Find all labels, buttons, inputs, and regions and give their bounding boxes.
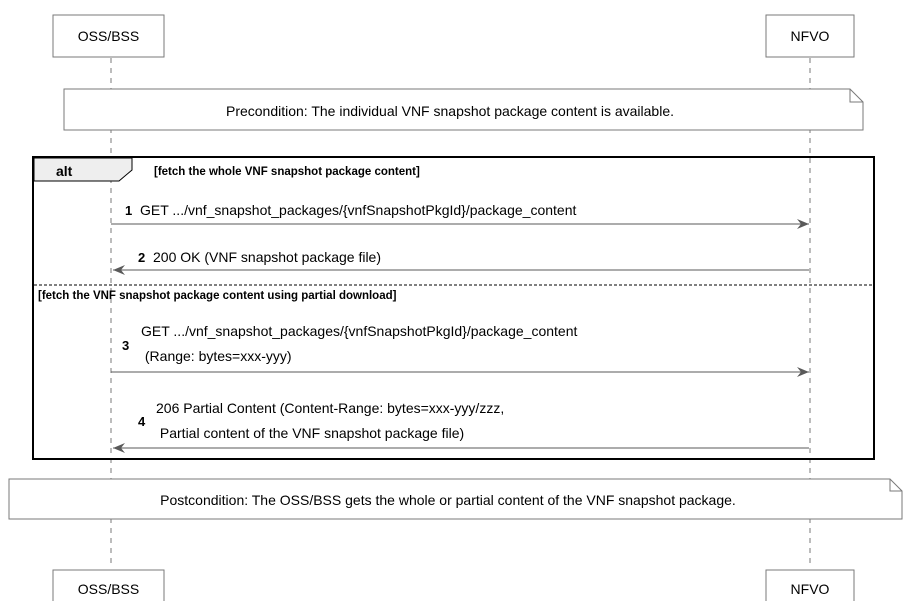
sequence-diagram: OSS/BSS NFVO Precondition: The individua… xyxy=(8,14,903,601)
alt-keyword: alt xyxy=(56,163,73,179)
alt-guard-whole: [fetch the whole VNF snapshot package co… xyxy=(154,166,420,178)
participant-oss-bss-label: OSS/BSS xyxy=(78,28,139,44)
postcondition-note: Postcondition: The OSS/BSS gets the whol… xyxy=(8,478,903,520)
message-4: 4 206 Partial Content (Content-Range: by… xyxy=(113,400,809,453)
message-2: 2 200 OK (VNF snapshot package file) xyxy=(113,249,809,275)
message-3-number: 3 xyxy=(122,338,129,353)
precondition-text: Precondition: The individual VNF snapsho… xyxy=(226,103,674,119)
precondition-note: Precondition: The individual VNF snapsho… xyxy=(63,88,864,131)
message-4-line1: 206 Partial Content (Content-Range: byte… xyxy=(156,400,504,416)
message-1-number: 1 xyxy=(125,203,132,218)
message-3-line1: GET .../vnf_snapshot_packages/{vnfSnapsh… xyxy=(141,323,577,339)
participant-nfvo-bottom: NFVO xyxy=(765,569,855,601)
participant-oss-bss-bottom-label: OSS/BSS xyxy=(78,581,139,597)
message-4-number: 4 xyxy=(138,414,146,429)
alt-guard-partial: [fetch the VNF snapshot package content … xyxy=(38,290,397,302)
participant-nfvo-label: NFVO xyxy=(791,28,830,44)
message-4-line2: Partial content of the VNF snapshot pack… xyxy=(156,425,464,441)
participant-nfvo-top: NFVO xyxy=(765,14,855,58)
postcondition-text: Postcondition: The OSS/BSS gets the whol… xyxy=(160,492,736,508)
participant-oss-bss-top: OSS/BSS xyxy=(52,14,165,58)
message-3: 3 GET .../vnf_snapshot_packages/{vnfSnap… xyxy=(111,323,809,377)
message-1: 1 GET .../vnf_snapshot_packages/{vnfSnap… xyxy=(111,202,809,229)
message-2-label: 200 OK (VNF snapshot package file) xyxy=(153,249,381,265)
message-1-label: GET .../vnf_snapshot_packages/{vnfSnapsh… xyxy=(140,202,576,218)
message-3-line2: (Range: bytes=xxx-yyy) xyxy=(141,348,292,364)
alt-label-tab xyxy=(33,157,133,182)
message-2-number: 2 xyxy=(138,250,145,265)
participant-nfvo-bottom-label: NFVO xyxy=(791,581,830,597)
participant-oss-bss-bottom: OSS/BSS xyxy=(52,569,165,601)
